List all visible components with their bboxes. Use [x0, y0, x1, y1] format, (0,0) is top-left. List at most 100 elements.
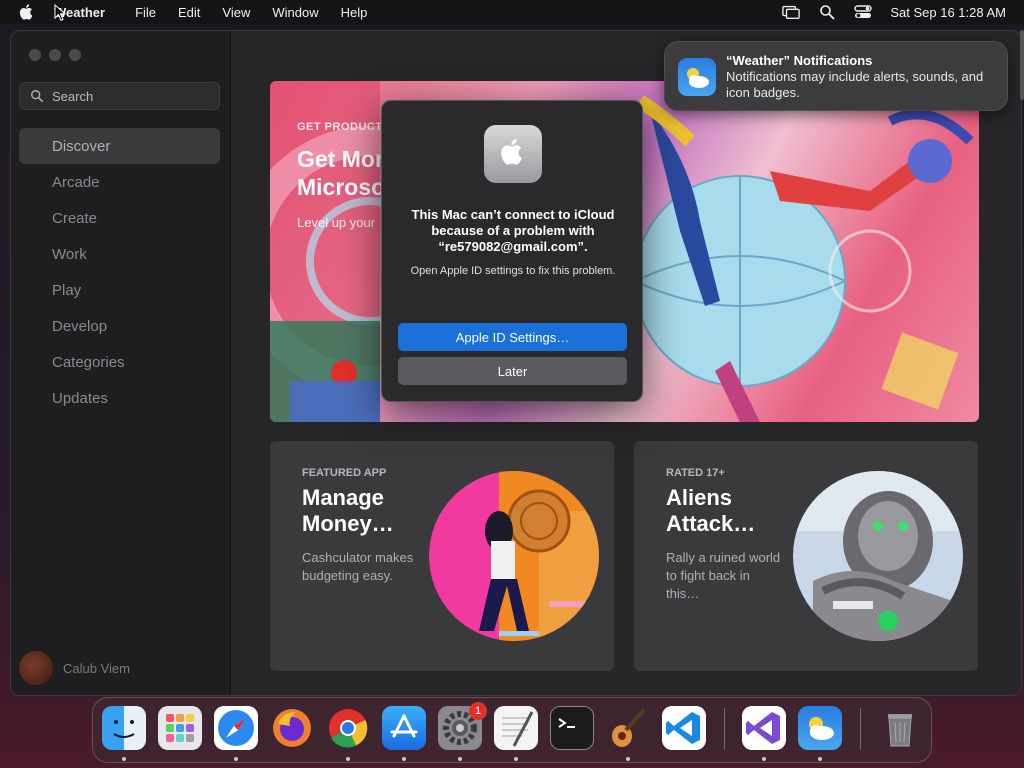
safari-icon — [218, 710, 254, 746]
control-center-icon[interactable] — [854, 4, 873, 20]
firefox-icon — [273, 709, 311, 747]
cashculator-artwork — [429, 471, 599, 641]
dock-separator — [860, 708, 861, 750]
running-indicator — [762, 757, 766, 761]
sidebar-item-label: Work — [52, 245, 87, 263]
menu-bar: Weather File Edit View Window Help Sat S… — [0, 0, 1024, 24]
dock-safari[interactable] — [214, 706, 258, 750]
running-indicator — [234, 757, 238, 761]
running-indicator — [122, 757, 126, 761]
dock-weather[interactable] — [798, 706, 842, 750]
system-icon — [484, 125, 542, 183]
app-store-icon — [390, 714, 418, 738]
weather-icon — [687, 68, 709, 88]
close-button[interactable] — [29, 49, 41, 61]
dialog-title: This Mac can’t connect to iCloud because… — [411, 207, 615, 254]
hero-title-line2: Microso — [297, 174, 386, 200]
card-artwork — [429, 471, 599, 641]
card-description: Cashculator makes budgeting easy. — [302, 550, 414, 583]
guitar-icon — [612, 708, 646, 747]
apple-logo-icon — [501, 139, 522, 165]
dock-terminal[interactable] — [550, 706, 594, 750]
aliens-attack-artwork — [793, 471, 963, 641]
hero-eyebrow: GET PRODUCTI — [297, 121, 387, 133]
notification-title: “Weather” Notifications — [726, 53, 873, 68]
featured-app-card[interactable]: FEATURED APP Manage Money… Cashculator m… — [270, 441, 614, 671]
search-input[interactable] — [52, 88, 202, 104]
menu-edit[interactable]: Edit — [178, 5, 200, 20]
apple-id-settings-button[interactable]: Apple ID Settings… — [398, 323, 627, 351]
sidebar-item-play[interactable]: Play — [19, 272, 220, 308]
notification-badge: 1 — [469, 702, 487, 720]
menu-clock[interactable]: Sat Sep 16 1:28 AM — [890, 5, 1006, 20]
launchpad-icon — [166, 714, 194, 742]
card-eyebrow: RATED 17+ — [666, 467, 725, 479]
icloud-alert-dialog: This Mac can’t connect to iCloud because… — [381, 100, 643, 402]
dock-textedit[interactable] — [494, 706, 538, 750]
weather-app-icon — [678, 58, 716, 96]
menu-view[interactable]: View — [222, 5, 250, 20]
rated-game-card[interactable]: RATED 17+ Aliens Attack… Rally a ruined … — [634, 441, 978, 671]
sidebar-item-label: Discover — [52, 137, 111, 155]
dock-launchpad[interactable] — [158, 706, 202, 750]
card-description: Rally a ruined world to fight back in th… — [666, 550, 781, 601]
sidebar-item-label: Develop — [52, 317, 108, 335]
hero-title: Get Mor Microso — [297, 145, 386, 201]
sidebar-item-work[interactable]: Work — [19, 236, 220, 272]
sidebar-item-label: Categories — [52, 353, 125, 371]
zoom-button[interactable] — [69, 49, 81, 61]
sidebar-item-categories[interactable]: Categories — [19, 344, 220, 380]
running-indicator — [626, 757, 630, 761]
menu-file[interactable]: File — [135, 5, 156, 20]
card-title: Aliens Attack… — [666, 485, 756, 536]
menu-window[interactable]: Window — [272, 5, 318, 20]
later-button[interactable]: Later — [398, 357, 627, 385]
minimize-button[interactable] — [49, 49, 61, 61]
sidebar-item-arcade[interactable]: Arcade — [19, 164, 220, 200]
dock-chrome[interactable] — [326, 706, 370, 750]
sidebar-item-updates[interactable]: Updates — [19, 380, 220, 416]
dock-vscode[interactable] — [662, 706, 706, 750]
card-artwork — [793, 471, 963, 641]
running-indicator — [514, 757, 518, 761]
hero-subtitle: Level up your — [297, 215, 376, 230]
user-name: Calub Viem — [63, 660, 130, 676]
search-field[interactable] — [19, 82, 220, 110]
chrome-icon — [329, 709, 368, 748]
sidebar-item-create[interactable]: Create — [19, 200, 220, 236]
running-indicator — [346, 757, 350, 761]
notification-body: Notifications may include alerts, sounds… — [726, 69, 984, 100]
dock-app-store[interactable] — [382, 706, 426, 750]
mouse-cursor-icon — [54, 4, 66, 22]
screen-mirroring-icon[interactable] — [782, 4, 801, 20]
hero-title-line1: Get Mor — [297, 146, 384, 172]
menu-help[interactable]: Help — [341, 5, 368, 20]
sidebar: Discover Arcade Create Work Play Develop… — [11, 31, 231, 695]
apple-menu-icon[interactable] — [18, 3, 36, 21]
sidebar-nav: Discover Arcade Create Work Play Develop… — [19, 128, 220, 416]
textedit-icon — [502, 711, 534, 747]
scrollbar[interactable] — [1020, 30, 1024, 100]
dock-garageband[interactable] — [606, 706, 650, 750]
window-controls — [29, 49, 81, 61]
card-eyebrow: FEATURED APP — [302, 467, 387, 479]
hero-text: GET PRODUCTI Get Mor Microso Level up yo… — [297, 121, 386, 230]
dock-firefox[interactable] — [270, 706, 314, 750]
weather-notification[interactable]: “Weather” Notifications Notifications ma… — [664, 41, 1008, 111]
search-icon — [31, 90, 44, 103]
running-indicator — [458, 757, 462, 761]
dock-finder[interactable] — [102, 706, 146, 750]
dock-trash[interactable] — [878, 706, 922, 750]
sidebar-item-develop[interactable]: Develop — [19, 308, 220, 344]
sidebar-item-label: Updates — [52, 389, 108, 407]
sidebar-item-discover[interactable]: Discover — [19, 128, 220, 164]
card-title: Manage Money… — [302, 485, 394, 536]
sidebar-item-label: Play — [52, 281, 82, 299]
finder-icon — [113, 720, 135, 738]
spotlight-search-icon[interactable] — [818, 4, 836, 20]
running-indicator — [402, 757, 406, 761]
dock-visual-studio[interactable] — [742, 706, 786, 750]
weather-icon — [809, 717, 834, 740]
dock-separator — [724, 708, 725, 750]
user-account[interactable]: Calub Viem — [19, 651, 130, 685]
